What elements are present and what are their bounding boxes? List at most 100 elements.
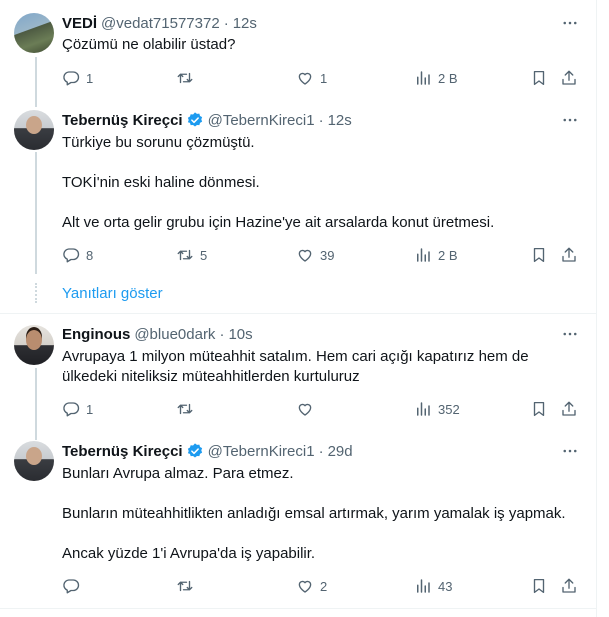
reply-icon (63, 71, 80, 86)
share-icon (562, 247, 576, 262)
reply-icon (63, 579, 80, 594)
retweet-button[interactable] (176, 68, 200, 88)
timestamp[interactable]: 12s (328, 112, 352, 129)
share-icon (562, 578, 576, 593)
separator-dot: · (219, 325, 225, 343)
more-icon[interactable] (561, 111, 579, 129)
retweet-button[interactable] (176, 399, 200, 419)
tweet-text: Avrupaya 1 milyon müteahhit satalım. Hem… (62, 347, 582, 387)
like-icon (298, 72, 312, 85)
retweet-icon (177, 580, 193, 592)
views-button[interactable]: 43 (414, 576, 452, 596)
reply-icon (63, 248, 80, 263)
views-icon (417, 248, 430, 262)
tweet-text: Çözümü ne olabilir üstad? (62, 35, 582, 55)
user-handle[interactable]: @blue0dark (134, 326, 215, 343)
display-name[interactable]: Tebernüş Kireçci (62, 443, 183, 460)
show-replies-link[interactable]: Yanıtları göster (62, 285, 163, 302)
user-handle[interactable]: @vedat71577372 (101, 15, 220, 32)
tweet-line: Bunları Avrupa almaz. Para etmez. (62, 465, 294, 482)
bookmark-icon (533, 70, 545, 86)
tweet-header: Tebernüş Kireçci @TebernKireci1 · 29d (62, 441, 353, 461)
reply-icon (63, 402, 80, 417)
retweet-icon (177, 249, 193, 261)
reply-count: 8 (86, 247, 94, 263)
like-icon (298, 580, 312, 593)
thread-line (35, 368, 37, 440)
bookmark-icon (533, 578, 545, 594)
avatar[interactable] (14, 441, 54, 481)
display-name[interactable]: Enginous (62, 326, 130, 343)
display-name[interactable]: VEDİ (62, 15, 97, 32)
display-name[interactable]: Tebernüş Kireçci (62, 112, 183, 129)
bookmark-button[interactable] (530, 68, 548, 88)
reply-button[interactable]: 8 (62, 245, 93, 265)
tweet-line: Çözümü ne olabilir üstad? (62, 36, 236, 53)
like-button[interactable] (296, 399, 320, 419)
reply-button[interactable]: 1 (62, 399, 93, 419)
view-count: 2 B (438, 70, 458, 86)
like-count: 2 (320, 578, 328, 594)
thread-dotted-line (35, 283, 37, 303)
user-handle[interactable]: @TebernKireci1 (208, 112, 315, 129)
user-handle[interactable]: @TebernKireci1 (208, 443, 315, 460)
view-count: 2 B (438, 247, 458, 263)
views-icon (417, 71, 430, 85)
like-icon (298, 403, 312, 416)
timestamp[interactable]: 10s (228, 326, 252, 343)
views-button[interactable]: 2 B (414, 68, 458, 88)
bookmark-button[interactable] (530, 399, 548, 419)
share-button[interactable] (560, 68, 578, 88)
timestamp[interactable]: 29d (328, 443, 353, 460)
like-button[interactable]: 1 (296, 68, 327, 88)
views-button[interactable]: 352 (414, 399, 460, 419)
avatar[interactable] (14, 110, 54, 150)
share-button[interactable] (560, 576, 578, 596)
reply-count: 1 (86, 401, 94, 417)
views-icon (417, 402, 430, 416)
tweet-line: Avrupaya 1 milyon müteahhit satalım. Hem… (62, 348, 529, 365)
retweet-button[interactable] (176, 576, 200, 596)
tweet-line: Alt ve orta gelir grubu için Hazine'ye a… (62, 214, 495, 231)
reply-button[interactable]: 1 (62, 68, 93, 88)
timestamp[interactable]: 12s (233, 15, 257, 32)
more-icon[interactable] (561, 14, 579, 32)
tweet-line: Bunların müteahhitlikten anladığı emsal … (62, 505, 566, 522)
divider (0, 313, 596, 314)
view-count: 352 (438, 401, 460, 417)
views-icon (417, 579, 430, 593)
tweet-actions: 1 1 2 B (62, 68, 582, 88)
share-button[interactable] (560, 399, 578, 419)
bookmark-button[interactable] (530, 576, 548, 596)
verified-icon (187, 443, 202, 458)
separator-dot: · (223, 14, 229, 32)
tweet-line: Türkiye bu sorunu çözmüştü. (62, 134, 255, 151)
more-icon[interactable] (561, 442, 579, 460)
tweet-text: Türkiye bu sorunu çözmüştü. TOKİ'nin esk… (62, 133, 582, 233)
tweet-line: TOKİ'nin eski haline dönmesi. (62, 174, 260, 191)
tweet-text: Bunları Avrupa almaz. Para etmez. Bunlar… (62, 464, 582, 564)
bookmark-button[interactable] (530, 245, 548, 265)
share-icon (562, 401, 576, 416)
verified-icon (187, 112, 202, 127)
column-border (596, 0, 597, 617)
thread-line (35, 57, 37, 107)
bookmark-icon (533, 401, 545, 417)
tweet-actions: 2 43 (62, 576, 582, 596)
reply-count: 1 (86, 70, 94, 86)
like-button[interactable]: 39 (296, 245, 334, 265)
reply-button[interactable] (62, 576, 86, 596)
like-button[interactable]: 2 (296, 576, 327, 596)
more-icon[interactable] (561, 325, 579, 343)
thread-line (35, 152, 37, 274)
view-count: 43 (438, 578, 453, 594)
views-button[interactable]: 2 B (414, 245, 458, 265)
share-icon (562, 70, 576, 85)
retweet-icon (177, 72, 193, 84)
tweet-line: ülkedeki niteliksiz müteahhitlerden kurt… (62, 368, 360, 385)
avatar[interactable] (14, 325, 54, 365)
avatar[interactable] (14, 13, 54, 53)
retweet-button[interactable]: 5 (176, 245, 207, 265)
like-count: 1 (320, 70, 328, 86)
share-button[interactable] (560, 245, 578, 265)
